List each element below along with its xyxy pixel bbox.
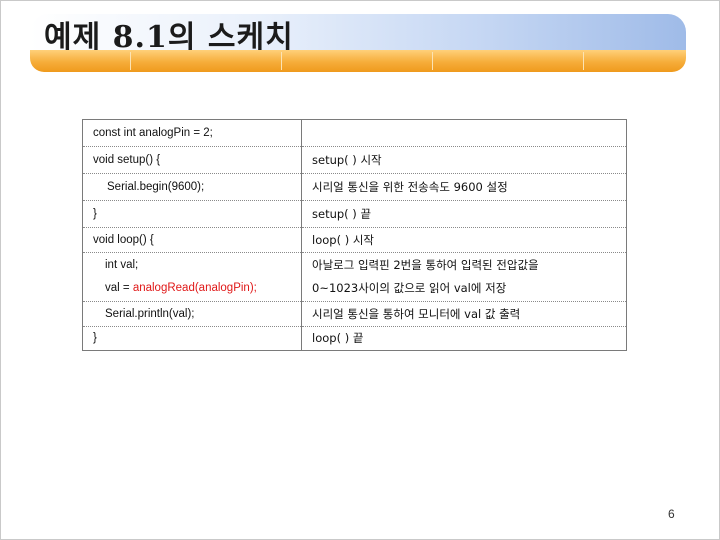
table-row: } loop( ) 끝	[82, 326, 627, 351]
description-cell: 아날로그 입력핀 2번을 통하여 입력된 전압값을 0~1023사이의 값으로 …	[301, 252, 627, 302]
code-cell: Serial.println(val);	[82, 301, 302, 327]
description-cell	[301, 119, 627, 147]
description-cell: setup( ) 시작	[301, 146, 627, 174]
code-cell: Serial.begin(9600);	[82, 173, 302, 201]
table-row: const int analogPin = 2;	[82, 119, 627, 147]
page-title: 예제 8.1의 스케치	[44, 20, 294, 55]
table-row: Serial.begin(9600); 시리얼 통신을 위한 전송속도 9600…	[82, 173, 627, 201]
banner-divider	[432, 52, 433, 70]
table-row: int val; val = analogRead(analogPin); 아날…	[82, 252, 627, 302]
table-row: } setup( ) 끝	[82, 200, 627, 228]
description-cell: loop( ) 시작	[301, 227, 627, 253]
code-cell: const int analogPin = 2;	[82, 119, 302, 147]
code-cell: int val; val = analogRead(analogPin);	[82, 252, 302, 302]
code-cell: void loop() {	[82, 227, 302, 253]
description-line: 0~1023사이의 값으로 읽어 val에 저장	[312, 281, 507, 295]
code-line: int val;	[105, 259, 139, 271]
banner-divider	[583, 52, 584, 70]
description-line: 아날로그 입력핀 2번을 통하여 입력된 전압값을	[312, 258, 539, 272]
code-text: val =	[105, 282, 133, 294]
table-row: void loop() { loop( ) 시작	[82, 227, 627, 253]
description-cell: loop( ) 끝	[312, 331, 364, 345]
page-number: 6	[668, 507, 675, 521]
highlighted-code: analogRead(analogPin);	[132, 282, 257, 294]
code-cell: void setup() {	[82, 146, 302, 174]
table-row: Serial.println(val); 시리얼 통신을 통하여 모니터에 va…	[82, 301, 627, 327]
description-cell: 시리얼 통신을 통하여 모니터에 val 값 출력	[301, 301, 627, 327]
description-cell: setup( ) 끝	[301, 200, 627, 228]
code-cell: }	[82, 326, 302, 351]
description-cell: 시리얼 통신을 위한 전송속도 9600 설정	[301, 173, 627, 201]
code-cell: }	[82, 200, 302, 228]
code-line: val = analogRead(analogPin);	[105, 280, 301, 297]
code-table: const int analogPin = 2; void setup() { …	[82, 119, 627, 351]
table-row: void setup() { setup( ) 시작	[82, 146, 627, 174]
